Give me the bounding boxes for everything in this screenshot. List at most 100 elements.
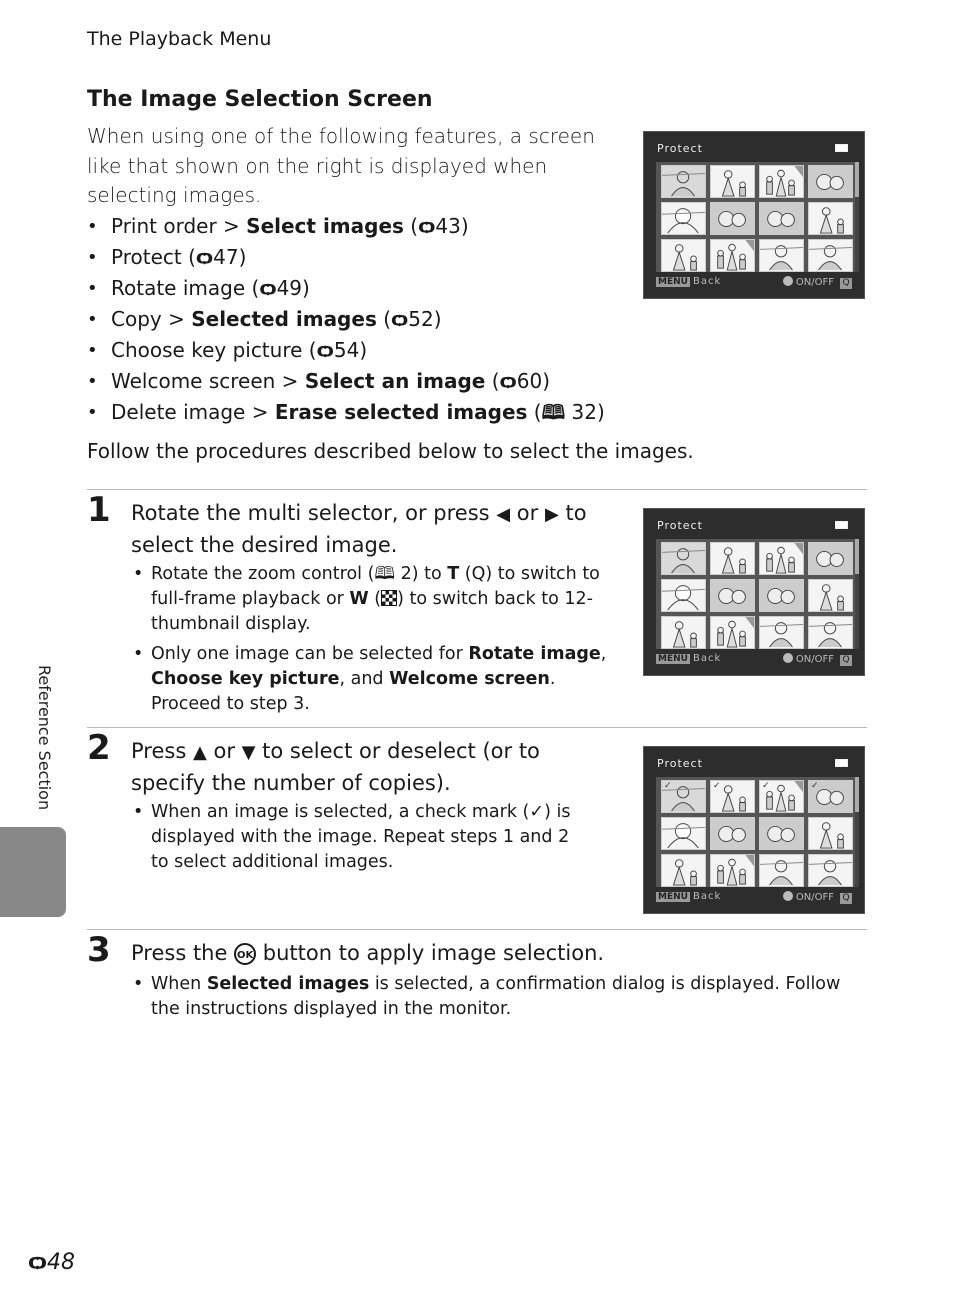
thumbnail[interactable] bbox=[759, 202, 804, 235]
thumbnail[interactable] bbox=[661, 239, 706, 272]
thumbnail[interactable] bbox=[661, 202, 706, 235]
wide-label: W bbox=[349, 589, 369, 609]
step-bullets: When Selected images is selected, a conf… bbox=[131, 972, 851, 1027]
thumbnail-image bbox=[717, 855, 754, 886]
page-reference: 54 bbox=[333, 338, 360, 362]
scrollbar[interactable] bbox=[855, 539, 859, 649]
camera-screen: Protect MENU Back ON/OFF Q bbox=[643, 131, 865, 299]
thumbnail[interactable] bbox=[808, 202, 853, 235]
thumbnail[interactable]: ✓ bbox=[661, 780, 706, 813]
back-label: Back bbox=[692, 891, 722, 902]
thumbnail[interactable] bbox=[759, 616, 804, 649]
page-number: ѻ48 bbox=[28, 1250, 75, 1275]
feature-list-item: Print order > Select images (ѻ43) bbox=[87, 211, 605, 242]
thumbnail[interactable] bbox=[808, 165, 853, 198]
feature-bold-label: Select an image bbox=[304, 369, 486, 393]
thumbnail-image bbox=[711, 203, 754, 234]
thumbnail[interactable] bbox=[661, 854, 706, 887]
thumbnail-image bbox=[766, 166, 803, 197]
thumbnail[interactable] bbox=[808, 579, 853, 612]
right-arrow-icon: ▶ bbox=[544, 504, 559, 525]
thumbnail[interactable] bbox=[710, 616, 755, 649]
thumbnail[interactable] bbox=[759, 239, 804, 272]
left-arrow-icon: ◀ bbox=[496, 504, 511, 525]
page-number-value: 48 bbox=[46, 1250, 75, 1275]
thumbnail[interactable] bbox=[661, 165, 706, 198]
thumbnail[interactable] bbox=[710, 542, 755, 575]
step-bullet: When Selected images is selected, a conf… bbox=[131, 972, 851, 1022]
thumbnail[interactable] bbox=[710, 854, 755, 887]
step-number: 1 bbox=[87, 490, 111, 530]
thumbnail[interactable] bbox=[661, 542, 706, 575]
thumbnail-image bbox=[717, 617, 754, 648]
step-text: Press bbox=[131, 739, 193, 763]
zoom-icon: Q bbox=[840, 655, 852, 666]
down-arrow-icon: ▼ bbox=[241, 742, 256, 763]
text: ( bbox=[368, 589, 382, 609]
up-down-icon bbox=[782, 891, 793, 901]
bold-text: Selected images bbox=[206, 974, 370, 994]
thumbnail[interactable] bbox=[759, 165, 804, 198]
thumbnail-image bbox=[672, 621, 697, 648]
back-label: Back bbox=[692, 653, 722, 664]
thumbnail-image bbox=[672, 244, 697, 271]
scrollbar-thumb[interactable] bbox=[855, 162, 859, 197]
zoom-icon: Q bbox=[840, 278, 852, 289]
thumbnail-image bbox=[809, 860, 852, 886]
reference-binoculars-icon: ѻ bbox=[391, 307, 409, 331]
back-label: Back bbox=[692, 276, 722, 287]
step-text: Press the bbox=[131, 941, 235, 965]
section-tab[interactable] bbox=[0, 827, 66, 917]
feature-list-item: Protect (ѻ47) bbox=[87, 242, 605, 273]
thumbnail[interactable] bbox=[808, 542, 853, 575]
thumbnail[interactable]: ✓ bbox=[808, 780, 853, 813]
thumbnail[interactable] bbox=[661, 817, 706, 850]
scrollbar-thumb[interactable] bbox=[855, 777, 859, 812]
thumbnail[interactable] bbox=[710, 239, 755, 272]
step-heading: Press ▲ or ▼ to select or deselect (or t… bbox=[131, 736, 611, 798]
text: , and bbox=[339, 669, 390, 689]
thumbnail[interactable] bbox=[710, 165, 755, 198]
step-bullet: Rotate the zoom control (🕮 2) to T (Q) t… bbox=[131, 562, 611, 637]
divider bbox=[87, 727, 867, 728]
thumbnail[interactable] bbox=[808, 616, 853, 649]
thumbnail[interactable] bbox=[808, 239, 853, 272]
divider bbox=[87, 929, 867, 930]
thumbnail[interactable]: ✓ bbox=[710, 780, 755, 813]
screen-title: Protect bbox=[657, 519, 703, 532]
thumbnail[interactable] bbox=[710, 202, 755, 235]
thumbnail-grid: ✓ ✓ ✓ ✓ bbox=[656, 777, 856, 887]
thumbnail[interactable] bbox=[759, 579, 804, 612]
book-icon: 🕮 bbox=[374, 564, 396, 584]
thumbnail-image bbox=[717, 240, 754, 271]
thumbnail-grid bbox=[656, 539, 856, 649]
side-section-label: Reference Section bbox=[35, 665, 54, 811]
thumbnail-image bbox=[662, 585, 705, 611]
thumbnail[interactable] bbox=[661, 616, 706, 649]
thumbnail[interactable] bbox=[759, 817, 804, 850]
step-number: 2 bbox=[87, 728, 111, 768]
thumbnail[interactable] bbox=[759, 542, 804, 575]
thumbnail[interactable] bbox=[710, 579, 755, 612]
thumbnail-image bbox=[721, 170, 746, 197]
page-reference: 47 bbox=[213, 245, 239, 269]
thumbnail[interactable] bbox=[808, 817, 853, 850]
check-mark-icon: ✓ bbox=[762, 781, 770, 791]
thumbnail[interactable] bbox=[710, 817, 755, 850]
thumbnail[interactable] bbox=[661, 579, 706, 612]
feature-list-item: Copy > Selected images (ѻ52) bbox=[87, 304, 605, 335]
scrollbar-thumb[interactable] bbox=[855, 539, 859, 574]
thumbnail[interactable] bbox=[808, 854, 853, 887]
step-heading: Press the OK button to apply image selec… bbox=[131, 938, 851, 968]
scrollbar[interactable] bbox=[855, 777, 859, 887]
step-heading: Rotate the multi selector, or press ◀ or… bbox=[131, 498, 611, 560]
thumbnail-image bbox=[711, 818, 754, 849]
reference-binoculars-icon: ѻ bbox=[195, 245, 214, 269]
step-bullet: Only one image can be selected for Rotat… bbox=[131, 642, 611, 717]
screen-title: Protect bbox=[657, 142, 703, 155]
thumbnail-image bbox=[809, 622, 852, 648]
scrollbar[interactable] bbox=[855, 162, 859, 272]
thumbnail-image bbox=[662, 823, 705, 849]
thumbnail[interactable]: ✓ bbox=[759, 780, 804, 813]
thumbnail[interactable] bbox=[759, 854, 804, 887]
